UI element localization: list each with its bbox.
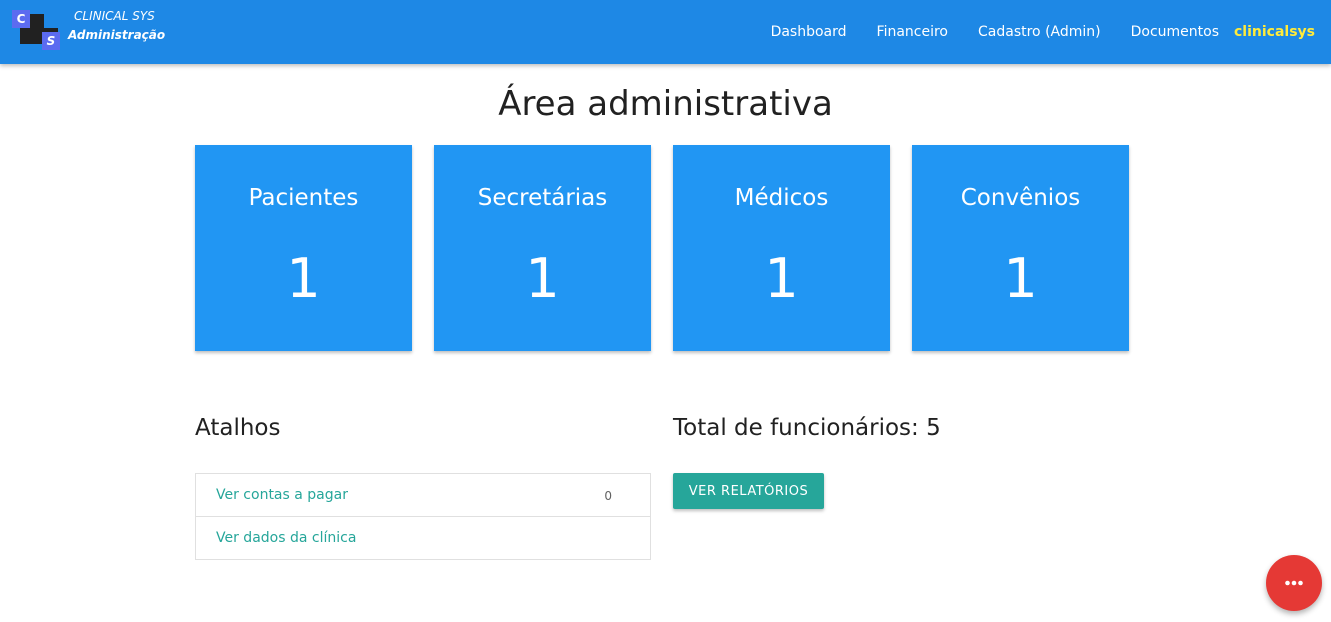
total-employees-heading: Total de funcionários: 5 <box>673 415 941 441</box>
shortcut-ver-dados-da-clinica[interactable]: Ver dados da clínica <box>196 517 650 559</box>
clinical-sys-logo: C S <box>12 8 66 50</box>
nav-link-documentos[interactable]: Documentos <box>1131 24 1219 40</box>
card-count: 1 <box>764 247 799 310</box>
card-pacientes[interactable]: Pacientes 1 <box>195 145 412 351</box>
card-count: 1 <box>525 247 560 310</box>
more-horiz-icon <box>1285 580 1303 586</box>
shortcut-ver-contas-a-pagar[interactable]: Ver contas a pagar 0 <box>196 474 650 517</box>
nav-user-menu[interactable]: clinicalsys <box>1234 24 1315 40</box>
nav-link-cadastro-admin[interactable]: Cadastro (Admin) <box>978 24 1101 40</box>
brand-subtitle: Administração <box>68 28 166 42</box>
logo-letter-s: S <box>42 32 60 50</box>
card-label: Secretárias <box>477 185 608 211</box>
stat-cards: Pacientes 1 Secretárias 1 Médicos 1 Conv… <box>195 145 1129 351</box>
brand-title: CLINICAL SYS <box>74 9 155 23</box>
shortcut-label: Ver contas a pagar <box>216 487 348 503</box>
shortcut-label: Ver dados da clínica <box>216 530 357 546</box>
shortcuts-list: Ver contas a pagar 0 Ver dados da clínic… <box>195 473 651 560</box>
brand-logo-link[interactable]: C S CLINICAL SYS Administração <box>12 8 172 56</box>
card-convenios[interactable]: Convênios 1 <box>912 145 1129 351</box>
floating-action-button[interactable] <box>1266 555 1322 611</box>
card-count: 1 <box>286 247 321 310</box>
page-title: Área administrativa <box>498 84 833 124</box>
card-label: Pacientes <box>248 185 359 211</box>
shortcuts-title: Atalhos <box>195 415 281 441</box>
card-count: 1 <box>1003 247 1038 310</box>
view-reports-button[interactable]: VER RELATÓRIOS <box>673 473 824 509</box>
card-label: Convênios <box>960 185 1081 211</box>
logo-letter-c: C <box>12 10 30 28</box>
card-medicos[interactable]: Médicos 1 <box>673 145 890 351</box>
nav-link-financeiro[interactable]: Financeiro <box>877 24 948 40</box>
count-badge: 0 <box>604 489 612 503</box>
nav-link-dashboard[interactable]: Dashboard <box>771 24 847 40</box>
card-label: Médicos <box>734 185 829 211</box>
card-secretarias[interactable]: Secretárias 1 <box>434 145 651 351</box>
top-navbar: C S CLINICAL SYS Administração Dashboard… <box>0 0 1331 64</box>
nav-menu: Dashboard Financeiro Cadastro (Admin) Do… <box>741 0 1315 64</box>
